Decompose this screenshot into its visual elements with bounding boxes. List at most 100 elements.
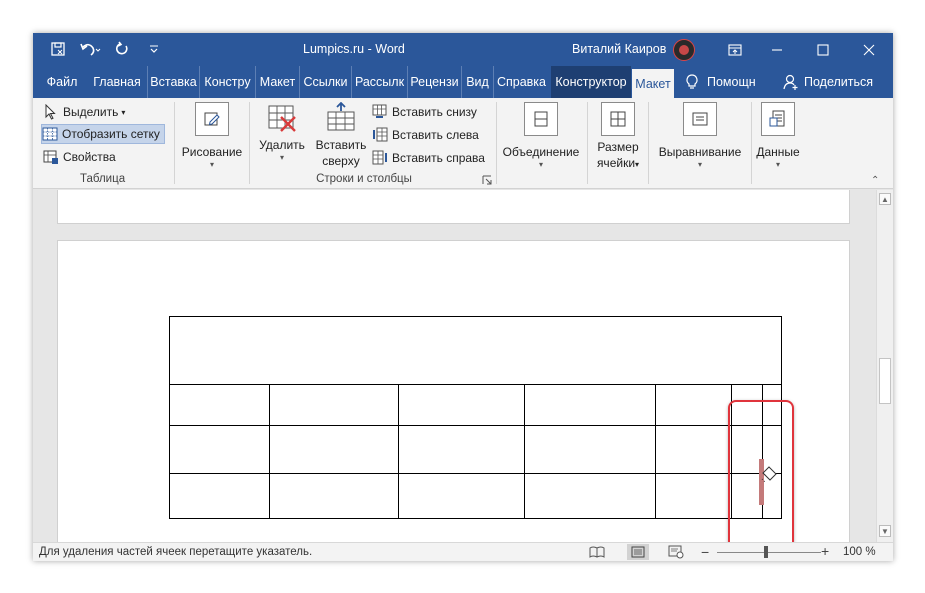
vertical-scrollbar[interactable]: ▲ ▼ [876, 190, 893, 542]
redo-icon[interactable] [111, 39, 133, 59]
chevron-down-icon: ▾ [279, 153, 284, 162]
word-window: Lumpics.ru - Word Виталий Каиров Файл Гл… [33, 33, 893, 561]
ribbon-tabs: Файл Главная Вставка Констру Макет Ссылк… [33, 66, 893, 98]
quick-access-toolbar [47, 39, 165, 59]
rows-cols-group-label: Строки и столбцы [316, 173, 412, 185]
draw-label: Рисование [181, 145, 243, 159]
tab-help[interactable]: Справка [493, 66, 549, 98]
table-border-top [169, 316, 782, 317]
read-mode-icon[interactable] [586, 544, 608, 560]
tab-review[interactable]: Рецензи [407, 66, 461, 98]
insert-below-button[interactable]: Вставить снизу [372, 102, 477, 122]
chevron-down-icon: ▾ [209, 160, 214, 169]
dialog-launcher-icon[interactable] [482, 174, 492, 185]
chevron-down-icon: ▾ [121, 107, 126, 117]
collapse-ribbon-icon[interactable]: ⌃ [871, 175, 879, 186]
table-group-label: Таблица [80, 173, 126, 185]
user-name[interactable]: Виталий Каиров [572, 42, 666, 56]
insert-above-label-2: сверху [322, 154, 360, 168]
merge-button[interactable]: Объединение ▾ [501, 102, 581, 170]
group-divider [249, 102, 250, 184]
select-label: Выделить [63, 105, 119, 119]
tab-layout[interactable]: Макет [255, 66, 299, 98]
insert-row-above-icon [325, 101, 357, 134]
chevron-down-icon: ▾ [697, 160, 702, 169]
share-user-icon[interactable] [782, 73, 800, 91]
customize-icon[interactable] [143, 39, 165, 59]
zoom-level[interactable]: 100 % [843, 546, 876, 558]
tab-table-design[interactable]: Конструктор [551, 66, 631, 98]
select-button[interactable]: Выделить ▾ [43, 102, 125, 122]
page-previous [57, 190, 850, 224]
window-title: Lumpics.ru - Word [303, 42, 405, 56]
undo-icon[interactable] [79, 39, 101, 59]
draw-button[interactable]: Рисование ▾ [179, 102, 245, 170]
avatar[interactable] [673, 39, 695, 61]
maximize-icon[interactable] [800, 33, 846, 66]
scroll-down-icon[interactable]: ▼ [879, 525, 891, 537]
alignment-button[interactable]: Выравнивание ▾ [653, 102, 747, 170]
show-grid-button[interactable]: Отобразить сетку [41, 124, 165, 144]
scroll-up-icon[interactable]: ▲ [879, 193, 891, 205]
share-button[interactable]: Поделиться [804, 66, 890, 98]
data-icon [761, 102, 795, 136]
group-divider [496, 102, 497, 184]
save-icon[interactable] [47, 39, 69, 59]
zoom-slider[interactable] [717, 552, 821, 553]
print-layout-icon[interactable] [627, 544, 649, 560]
delete-table-icon [266, 102, 298, 134]
insert-column-left-icon [372, 127, 388, 143]
zoom-out-button[interactable]: − [701, 544, 709, 560]
tab-file[interactable]: Файл [41, 66, 83, 98]
status-text: Для удаления частей ячеек перетащите ука… [39, 546, 313, 558]
properties-button[interactable]: Свойства [43, 147, 116, 167]
scroll-thumb[interactable] [879, 358, 891, 404]
chevron-down-icon: ▾ [775, 160, 780, 169]
tab-insert[interactable]: Вставка [147, 66, 199, 98]
group-divider [751, 102, 752, 184]
table-row-line [169, 473, 782, 474]
insert-right-label: Вставить справа [392, 151, 485, 165]
document-area[interactable] [33, 190, 876, 542]
tab-table-layout[interactable]: Макет [632, 69, 674, 98]
table-column-line [655, 384, 656, 519]
insert-column-right-icon [372, 150, 388, 166]
highlight-frame [728, 400, 794, 542]
insert-left-button[interactable]: Вставить слева [372, 125, 479, 145]
zoom-in-button[interactable]: + [821, 543, 829, 559]
close-icon[interactable] [846, 33, 892, 66]
zoom-slider-thumb[interactable] [764, 546, 768, 558]
alignment-label: Выравнивание [658, 145, 742, 159]
merge-label: Объединение [502, 145, 580, 159]
insert-above-label-1: Вставить [315, 138, 367, 152]
web-layout-icon[interactable] [665, 544, 687, 560]
table-border-left [169, 316, 170, 519]
insert-above-button[interactable]: Вставить сверху [313, 101, 369, 169]
lightbulb-icon[interactable] [683, 73, 701, 91]
tab-mailings[interactable]: Рассылк [351, 66, 407, 98]
delete-label: Удалить [259, 138, 305, 152]
table-border-bottom [169, 518, 782, 519]
table-column-line [269, 384, 270, 519]
status-bar: Для удаления частей ячеек перетащите ука… [33, 542, 893, 561]
tab-design[interactable]: Констру [199, 66, 255, 98]
data-label: Данные [756, 145, 800, 159]
tab-references[interactable]: Ссылки [299, 66, 351, 98]
data-button[interactable]: Данные ▾ [755, 102, 801, 170]
minimize-icon[interactable] [754, 33, 800, 66]
group-divider [587, 102, 588, 184]
table-column-line [524, 384, 525, 519]
tab-view[interactable]: Вид [461, 66, 493, 98]
insert-right-button[interactable]: Вставить справа [372, 148, 485, 168]
cell-size-button[interactable]: Размер ячейки▾ [591, 102, 645, 173]
insert-left-label: Вставить слева [392, 128, 479, 142]
ribbon-display-icon[interactable] [712, 33, 758, 66]
chevron-down-icon: ▾ [538, 160, 543, 169]
show-grid-label: Отобразить сетку [62, 127, 160, 141]
insert-below-label: Вставить снизу [392, 105, 477, 119]
tab-home[interactable]: Главная [89, 66, 145, 98]
grid-icon [42, 126, 58, 142]
delete-button[interactable]: Удалить ▾ [255, 102, 309, 163]
tab-tell-me[interactable]: Помощн [707, 66, 765, 98]
group-divider [174, 102, 175, 184]
